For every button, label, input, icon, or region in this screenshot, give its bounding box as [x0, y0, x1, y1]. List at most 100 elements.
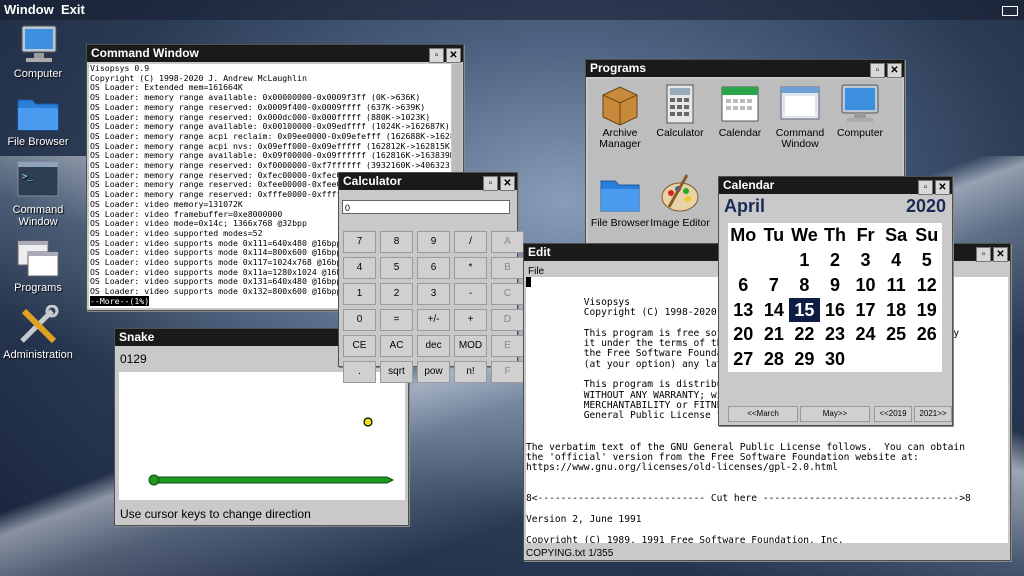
- minimize-button[interactable]: ▫: [429, 48, 444, 63]
- calendar-day[interactable]: 24: [850, 322, 881, 347]
- desktop-icon-file-browser[interactable]: File Browser: [0, 92, 78, 148]
- calc-key[interactable]: =: [380, 309, 413, 331]
- calc-key[interactable]: F: [491, 361, 524, 383]
- calc-key[interactable]: 9: [417, 231, 450, 253]
- calendar-day[interactable]: 29: [789, 347, 820, 372]
- calendar-day[interactable]: 28: [759, 347, 790, 372]
- calc-key[interactable]: *: [454, 257, 487, 279]
- edit-file-menu[interactable]: File: [528, 266, 544, 277]
- calc-key[interactable]: -: [454, 283, 487, 305]
- program-computer[interactable]: Computer: [830, 81, 890, 139]
- calc-key[interactable]: sqrt: [380, 361, 413, 383]
- calendar-day[interactable]: 18: [881, 298, 912, 323]
- calc-key[interactable]: E: [491, 335, 524, 357]
- calc-key[interactable]: /: [454, 231, 487, 253]
- next-year-button[interactable]: 2021>>: [914, 406, 952, 422]
- calendar-day[interactable]: 15: [789, 297, 820, 323]
- calendar-day[interactable]: 2: [820, 248, 851, 273]
- calc-key[interactable]: n!: [454, 361, 487, 383]
- calendar-day[interactable]: 7: [759, 273, 790, 298]
- prev-year-button[interactable]: <<2019: [874, 406, 912, 422]
- calendar-day[interactable]: 9: [820, 273, 851, 298]
- calc-key[interactable]: 7: [343, 231, 376, 253]
- calendar-day[interactable]: 13: [728, 298, 759, 323]
- close-button[interactable]: ✕: [935, 180, 950, 195]
- calendar-day[interactable]: 16: [820, 298, 851, 323]
- calc-key[interactable]: A: [491, 231, 524, 253]
- calc-key[interactable]: D: [491, 309, 524, 331]
- close-button[interactable]: ✕: [500, 176, 515, 191]
- calc-key[interactable]: +: [454, 309, 487, 331]
- program-file-browser[interactable]: File Browser: [590, 171, 650, 229]
- calendar-day[interactable]: 21: [759, 322, 790, 347]
- calc-key[interactable]: 5: [380, 257, 413, 279]
- calc-key[interactable]: MOD: [454, 335, 487, 357]
- calendar-day[interactable]: 30: [820, 347, 851, 372]
- window-tray-icon[interactable]: [1002, 6, 1018, 16]
- calc-key[interactable]: .: [343, 361, 376, 383]
- calendar-day[interactable]: 25: [881, 322, 912, 347]
- calendar-day[interactable]: 3: [850, 248, 881, 273]
- calendar-day[interactable]: 8: [789, 273, 820, 298]
- calendar-day[interactable]: 4: [881, 248, 912, 273]
- next-month-button[interactable]: May>>: [800, 406, 870, 422]
- program-image-editor[interactable]: Image Editor: [650, 171, 710, 229]
- calc-key[interactable]: 0: [343, 309, 376, 331]
- calendar-day[interactable]: 14: [759, 298, 790, 323]
- calendar-grid: Mo Tu We Th Fr Sa Su 1 2 3 4 5 6 7 8 9 10 11 12 13 14 15 16 17 1…: [728, 223, 942, 372]
- close-button[interactable]: ✕: [446, 48, 461, 63]
- close-button[interactable]: ✕: [993, 247, 1008, 262]
- calc-key[interactable]: C: [491, 283, 524, 305]
- calendar-day[interactable]: 19: [911, 298, 942, 323]
- minimize-button[interactable]: ▫: [483, 176, 498, 191]
- minimize-button[interactable]: ▫: [976, 247, 991, 262]
- calc-key[interactable]: 1: [343, 283, 376, 305]
- calc-key[interactable]: 6: [417, 257, 450, 279]
- window-menu[interactable]: Window: [4, 2, 54, 17]
- calendar-day[interactable]: 10: [850, 273, 881, 298]
- calendar-day[interactable]: 27: [728, 347, 759, 372]
- calc-key[interactable]: dec: [417, 335, 450, 357]
- program-calculator[interactable]: Calculator: [650, 81, 710, 139]
- calc-key[interactable]: +/-: [417, 309, 450, 331]
- calendar-day[interactable]: 20: [728, 322, 759, 347]
- minimize-button[interactable]: ▫: [870, 63, 885, 78]
- calculator-window[interactable]: Calculator ▫ ✕ 0 7 8 9/A 4 5 6 * B 1 2 3- C 0 = +/- + D CE…: [338, 172, 524, 383]
- desktop-icon-computer[interactable]: Computer: [0, 24, 78, 80]
- calendar-day[interactable]: 5: [911, 248, 942, 273]
- calendar-window[interactable]: Calendar ▫ ✕ April 2020 Mo Tu We Th Fr Sa Su 1 2 3…: [718, 176, 953, 426]
- calendar-day[interactable]: 17: [850, 298, 881, 323]
- program-calendar[interactable]: Calendar: [710, 81, 770, 139]
- calc-key[interactable]: pow: [417, 361, 450, 383]
- program-command-window[interactable]: Command Window: [770, 81, 830, 150]
- calendar-day[interactable]: 6: [728, 273, 759, 298]
- exit-menu[interactable]: Exit: [61, 2, 85, 17]
- calendar-day[interactable]: 11: [881, 273, 912, 298]
- prev-month-button[interactable]: <<March: [728, 406, 798, 422]
- calc-key[interactable]: 3: [417, 283, 450, 305]
- programs-window-titlebar[interactable]: Programs ▫ ✕: [586, 60, 904, 78]
- calc-key[interactable]: B: [491, 257, 524, 279]
- calendar-empty-cell: [728, 248, 759, 273]
- calc-key[interactable]: 4: [343, 257, 376, 279]
- calendar-window-titlebar[interactable]: Calendar ▫ ✕: [719, 177, 952, 195]
- calendar-day[interactable]: 22: [789, 322, 820, 347]
- desktop-icon-programs[interactable]: Programs: [0, 238, 78, 294]
- calc-key[interactable]: AC: [380, 335, 413, 357]
- minimize-button[interactable]: ▫: [918, 180, 933, 195]
- command-window-titlebar[interactable]: Command Window ▫ ✕: [87, 45, 463, 63]
- desktop-icon-command-window[interactable]: >_ Command Window: [0, 160, 78, 228]
- snake-field[interactable]: [119, 372, 405, 500]
- calendar-day[interactable]: 26: [911, 322, 942, 347]
- calc-key[interactable]: CE: [343, 335, 376, 357]
- calc-key[interactable]: 8: [380, 231, 413, 253]
- calendar-day[interactable]: 23: [820, 322, 851, 347]
- desktop-icon-administration[interactable]: Administration: [0, 304, 78, 361]
- calculator-window-titlebar[interactable]: Calculator ▫ ✕: [339, 173, 517, 191]
- snake-instructions: Use cursor keys to change direction: [120, 507, 311, 521]
- calc-key[interactable]: 2: [380, 283, 413, 305]
- calendar-day[interactable]: 12: [911, 273, 942, 298]
- calendar-day[interactable]: 1: [789, 248, 820, 273]
- program-archive-manager[interactable]: Archive Manager: [590, 81, 650, 150]
- close-button[interactable]: ✕: [887, 63, 902, 78]
